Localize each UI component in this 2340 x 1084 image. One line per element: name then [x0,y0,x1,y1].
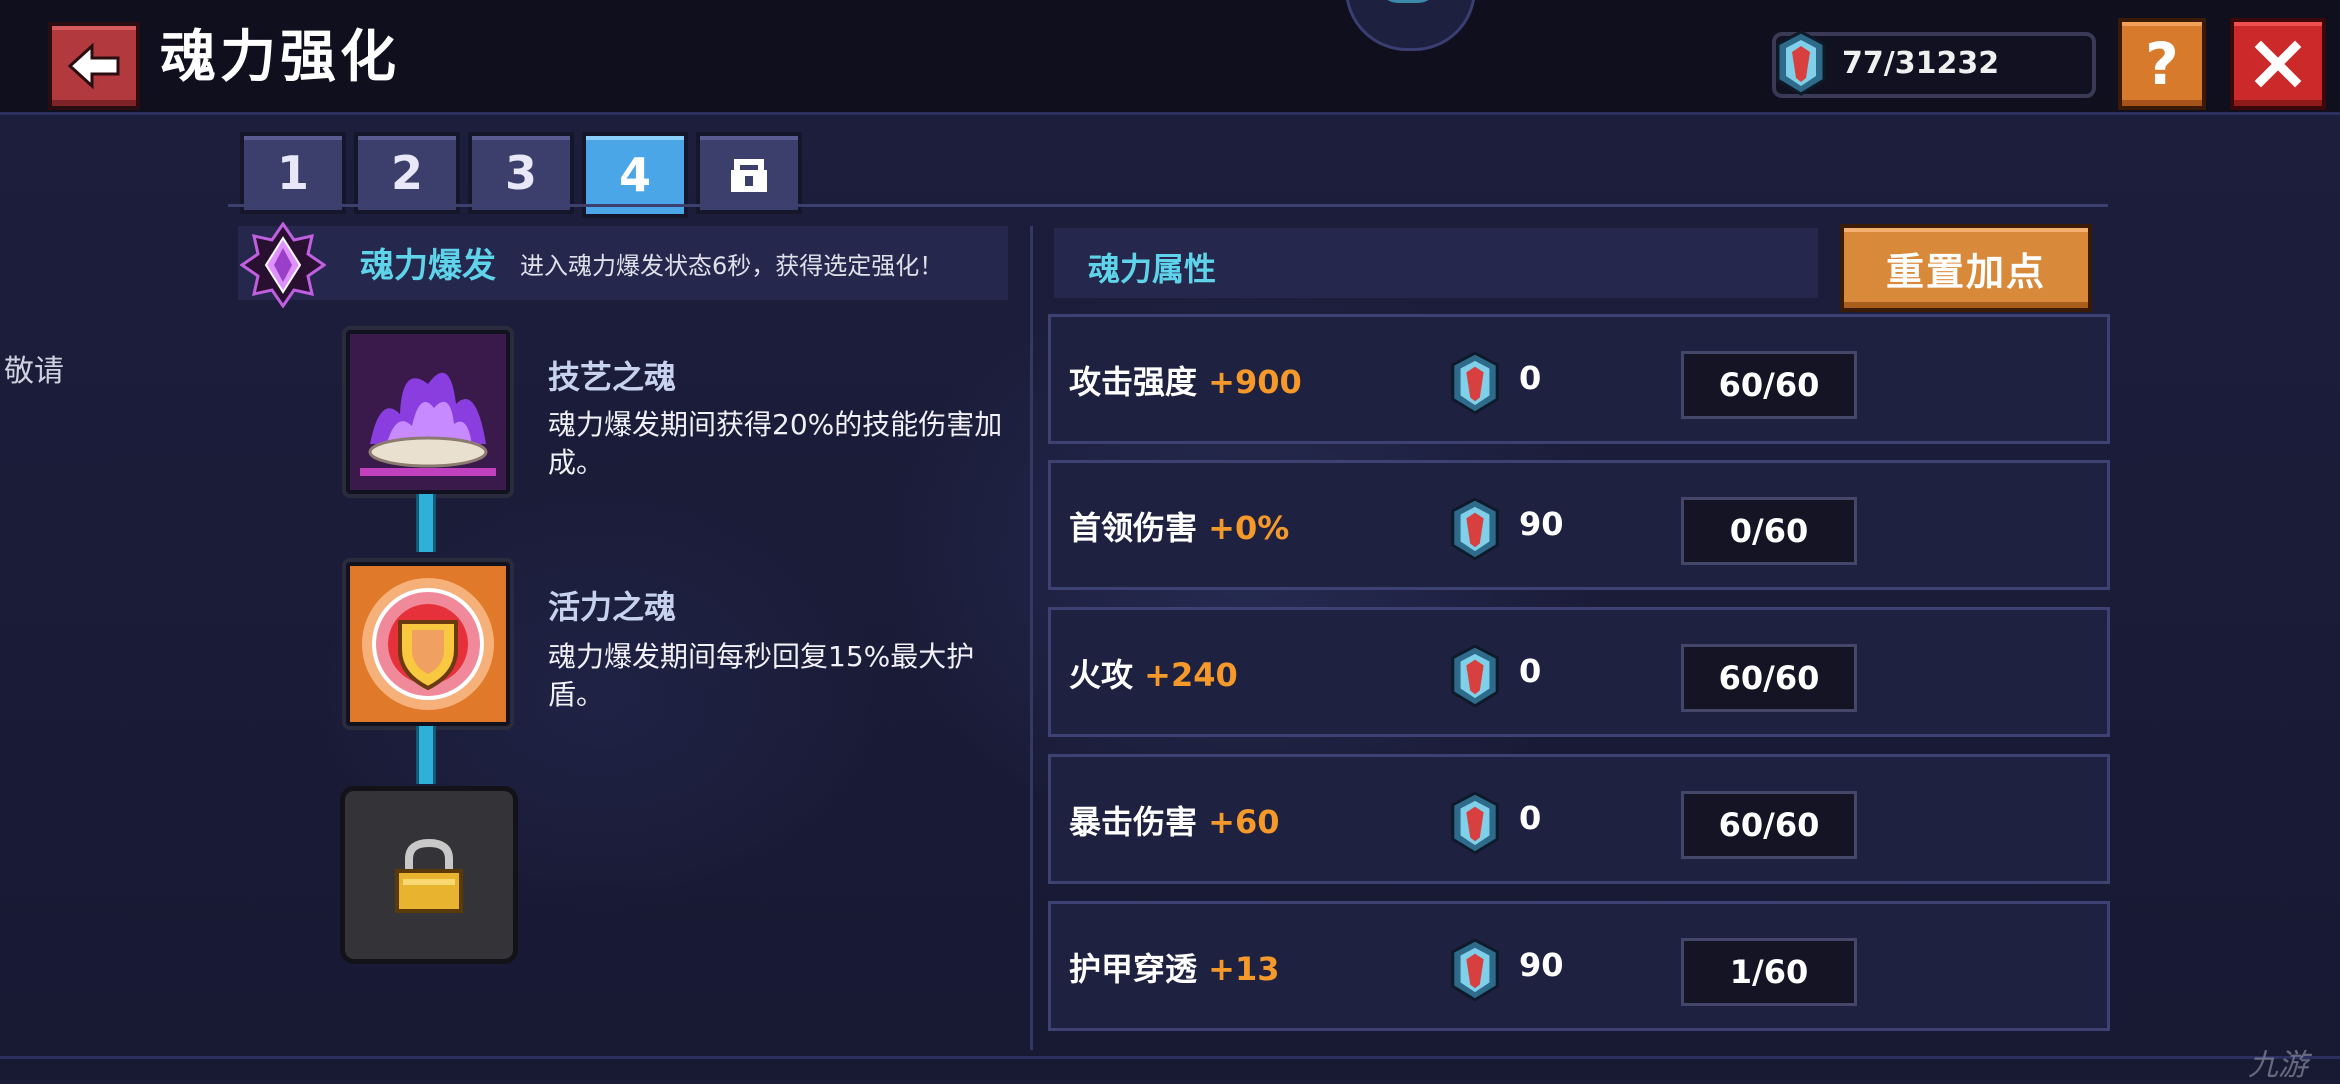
attribute-name-line: 火攻 +240 [1069,650,1238,696]
reset-points-button[interactable]: 重置加点 [1840,224,2092,312]
tab-locked[interactable] [696,132,802,214]
attribute-cost: 90 [1519,946,1564,984]
attribute-row[interactable]: 攻击强度 +900 0 60/60 [1048,314,2110,444]
tab-2[interactable]: 2 [354,132,460,214]
shield-emblem-icon [350,566,506,722]
attribute-name: 首领伤害 [1069,509,1198,547]
soul-gem-icon [1451,791,1499,855]
attribute-row[interactable]: 护甲穿透 +13 90 1/60 [1048,901,2110,1031]
attribute-name-line: 护甲穿透 +13 [1069,944,1280,990]
attribute-name-line: 攻击强度 +900 [1069,357,1302,403]
attribute-level: 60/60 [1681,791,1857,859]
close-icon [2254,40,2302,88]
attribute-bonus: +60 [1208,803,1280,841]
attribute-cost: 0 [1519,652,1542,690]
attribute-row[interactable]: 火攻 +240 0 60/60 [1048,607,2110,737]
soul-burst-crystal-icon [240,222,326,308]
tab-label: 4 [618,148,651,202]
help-button[interactable]: ? [2118,18,2206,110]
tab-label: 2 [390,146,423,200]
soul-currency-display: 77/31232 [1772,30,2096,98]
lock-icon [731,159,767,192]
skill-node-2[interactable] [342,558,514,730]
attribute-row[interactable]: 首领伤害 +0% 90 0/60 [1048,460,2110,590]
attribute-bonus: +900 [1208,363,1302,401]
skill-node-2-name: 活力之魂 [548,588,677,626]
attribute-cost: 0 [1519,359,1542,397]
bottom-divider [0,1056,2340,1059]
attribute-name-line: 首领伤害 +0% [1069,503,1289,549]
attribute-level: 60/60 [1681,644,1857,712]
tabs-underline [228,204,2108,207]
skill-node-1[interactable] [342,326,514,498]
question-mark-icon: ? [2145,30,2179,98]
attribute-cost: 90 [1519,505,1564,543]
top-bar: 魂力强化 77/31232 ? [0,0,2340,115]
tab-label: 1 [276,146,309,200]
node-connector [416,494,436,552]
purple-flame-icon [350,334,506,490]
attribute-name: 火攻 [1069,656,1134,694]
attribute-bonus: +240 [1144,656,1238,694]
attribute-level: 60/60 [1681,351,1857,419]
tab-label: 3 [504,146,537,200]
soul-burst-description: 进入魂力爆发状态6秒，获得选定强化！ [520,252,944,280]
soul-gem-icon [1776,30,1826,96]
attribute-name: 攻击强度 [1069,363,1198,401]
attribute-cost: 0 [1519,799,1542,837]
lock-icon [395,838,463,913]
skill-node-1-description: 魂力爆发期间获得20%的技能伤害加成。 [548,408,1003,479]
node-connector [416,726,436,784]
attribute-bonus: +13 [1208,950,1280,988]
attribute-name: 暴击伤害 [1069,803,1198,841]
skill-node-2-description: 魂力爆发期间每秒回复15%最大护盾。 [548,640,975,711]
back-arrow-icon [67,42,120,90]
soul-gem-icon [1451,497,1499,561]
close-button[interactable] [2230,18,2326,110]
top-emblem-icon [1345,0,1476,51]
skill-node-3-locked[interactable] [340,786,518,964]
tab-1[interactable]: 1 [240,132,346,214]
attribute-bonus: +0% [1208,509,1290,547]
soul-gem-icon [1451,351,1499,415]
reset-points-label: 重置加点 [1885,249,2046,294]
soul-gem-icon [1451,938,1499,1002]
panel-divider [1030,226,1033,1050]
page-title: 魂力强化 [160,25,400,90]
attribute-name-line: 暴击伤害 +60 [1069,797,1280,843]
side-hint-text: 敬请 [4,354,64,389]
currency-value: 77/31232 [1842,46,2000,81]
attribute-row[interactable]: 暴击伤害 +60 0 60/60 [1048,754,2110,884]
soul-burst-title: 魂力爆发 [360,246,496,286]
attribute-level: 0/60 [1681,497,1857,565]
attribute-name: 护甲穿透 [1069,950,1198,988]
back-button[interactable] [48,22,140,110]
soul-gem-icon [1451,644,1499,708]
attributes-title: 魂力属性 [1088,250,1217,288]
tab-3[interactable]: 3 [468,132,574,214]
attribute-level: 1/60 [1681,938,1857,1006]
skill-node-1-name: 技艺之魂 [548,358,677,396]
watermark: 九游 [2248,1048,2308,1083]
